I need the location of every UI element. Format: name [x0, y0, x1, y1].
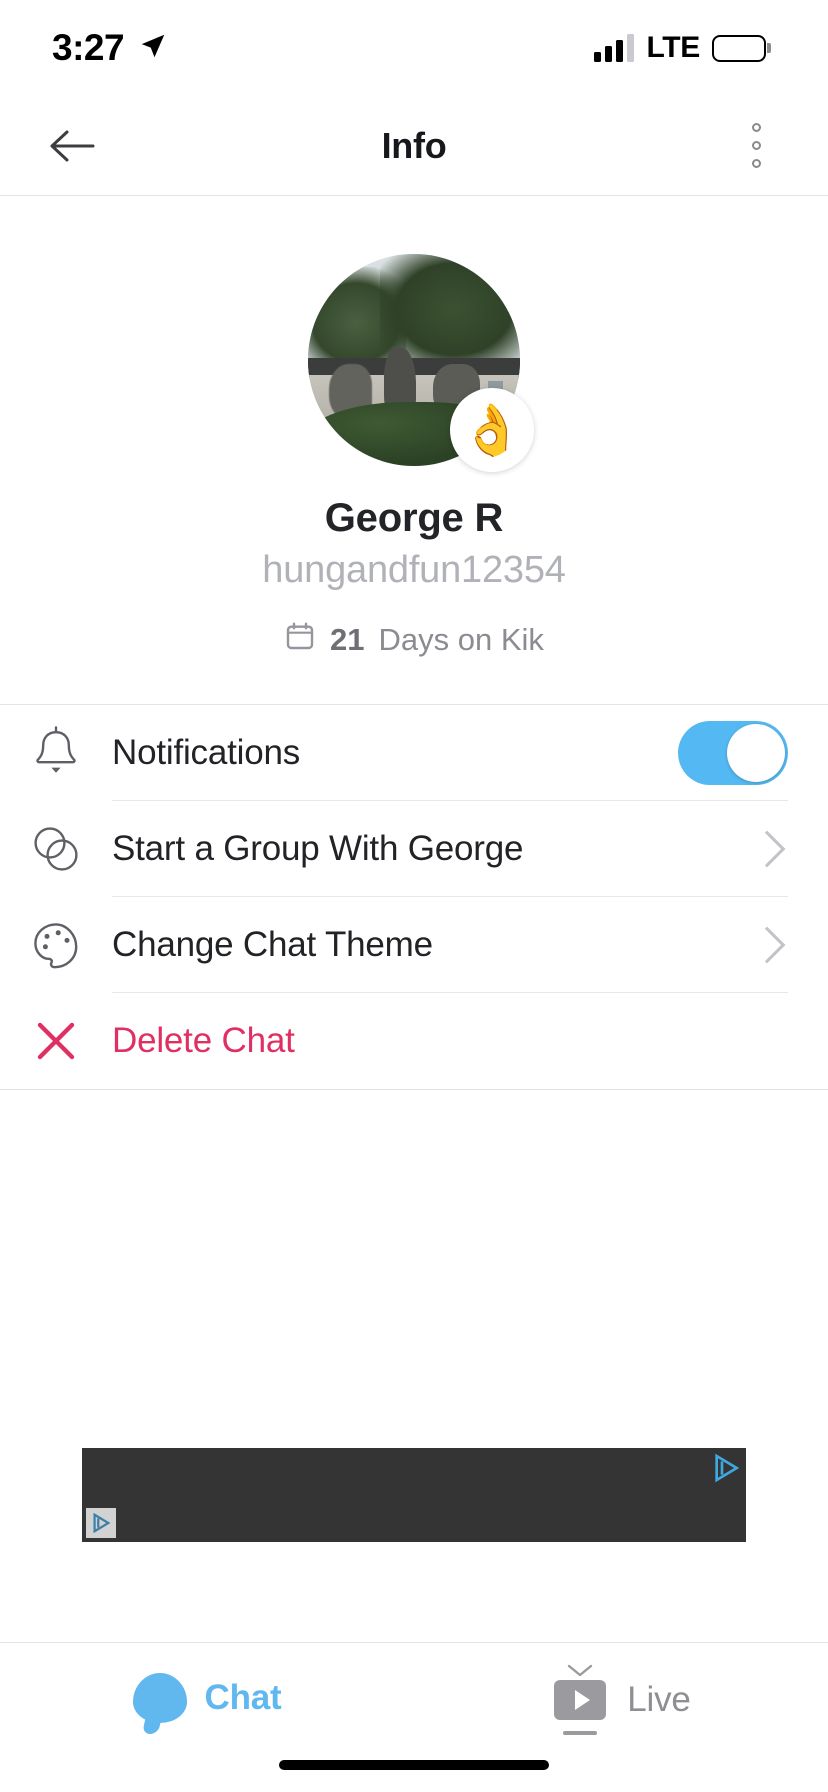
- menu-item-change-theme-body: Change Chat Theme: [112, 897, 788, 993]
- network-label: LTE: [646, 31, 700, 64]
- notifications-toggle[interactable]: [678, 720, 788, 785]
- home-indicator: [279, 1760, 549, 1770]
- chevron-right-icon: [748, 830, 786, 867]
- page-title: Info: [381, 124, 447, 166]
- bell-icon: [0, 725, 112, 781]
- palette-icon: [0, 918, 112, 972]
- profile-header: 👌 George R hungandfun12354 21 Days on Ki…: [0, 196, 828, 704]
- avatar-container[interactable]: 👌: [308, 254, 534, 472]
- group-circles-icon: [0, 823, 112, 875]
- menu-item-delete-chat[interactable]: Delete Chat: [0, 993, 828, 1089]
- days-count: 21: [330, 622, 365, 657]
- menu-item-notifications[interactable]: Notifications: [0, 705, 828, 801]
- ad-banner[interactable]: [82, 1448, 746, 1542]
- chat-bubble-icon: [132, 1673, 187, 1723]
- status-bar: 3:27 LTE: [0, 0, 828, 96]
- menu-item-notifications-label: Notifications: [112, 732, 301, 772]
- status-time: 3:27: [52, 27, 125, 68]
- tab-live[interactable]: Live: [414, 1664, 828, 1735]
- tab-live-label: Live: [627, 1680, 691, 1719]
- close-x-icon: [0, 1017, 112, 1065]
- menu-item-delete-chat-label: Delete Chat: [112, 1021, 295, 1060]
- menu-item-start-group[interactable]: Start a Group With George: [0, 801, 828, 897]
- calendar-icon: [284, 620, 316, 660]
- status-bar-right: LTE: [594, 31, 771, 65]
- tab-chat-label: Chat: [204, 1678, 282, 1717]
- ok-hand-emoji[interactable]: 👌: [450, 388, 534, 472]
- status-bar-left: 3:27: [52, 27, 168, 69]
- phone-screen: 3:27 LTE Info 👌 George R hungandfun12354…: [0, 0, 828, 1792]
- menu-item-delete-chat-body: Delete Chat: [112, 993, 788, 1089]
- menu-item-change-theme[interactable]: Change Chat Theme: [0, 897, 828, 993]
- adchoices-icon[interactable]: [86, 1508, 116, 1538]
- adchoices-icon[interactable]: [710, 1452, 742, 1484]
- menu-item-start-group-body: Start a Group With George: [112, 801, 788, 897]
- cellular-signal-icon: [594, 34, 635, 62]
- location-arrow-icon: [138, 31, 168, 66]
- settings-list: Notifications Start a Group With George: [0, 704, 828, 1090]
- nav-bar: Info: [0, 96, 828, 196]
- back-arrow-icon[interactable]: [36, 110, 108, 182]
- tab-chat[interactable]: Chat: [0, 1673, 414, 1723]
- menu-item-notifications-body: Notifications: [112, 705, 788, 801]
- battery-low-power-icon: [712, 34, 771, 62]
- more-vertical-icon[interactable]: [724, 110, 788, 182]
- menu-item-start-group-label: Start a Group With George: [112, 828, 524, 868]
- days-label: Days on Kik: [378, 622, 544, 657]
- chevron-right-icon: [748, 926, 786, 963]
- profile-username: hungandfun12354: [262, 549, 566, 591]
- live-tv-icon: [551, 1664, 609, 1735]
- content-spacer: [0, 1090, 828, 1642]
- days-on-kik: 21 Days on Kik: [284, 620, 544, 660]
- profile-display-name: George R: [324, 496, 504, 540]
- menu-item-change-theme-label: Change Chat Theme: [112, 924, 433, 964]
